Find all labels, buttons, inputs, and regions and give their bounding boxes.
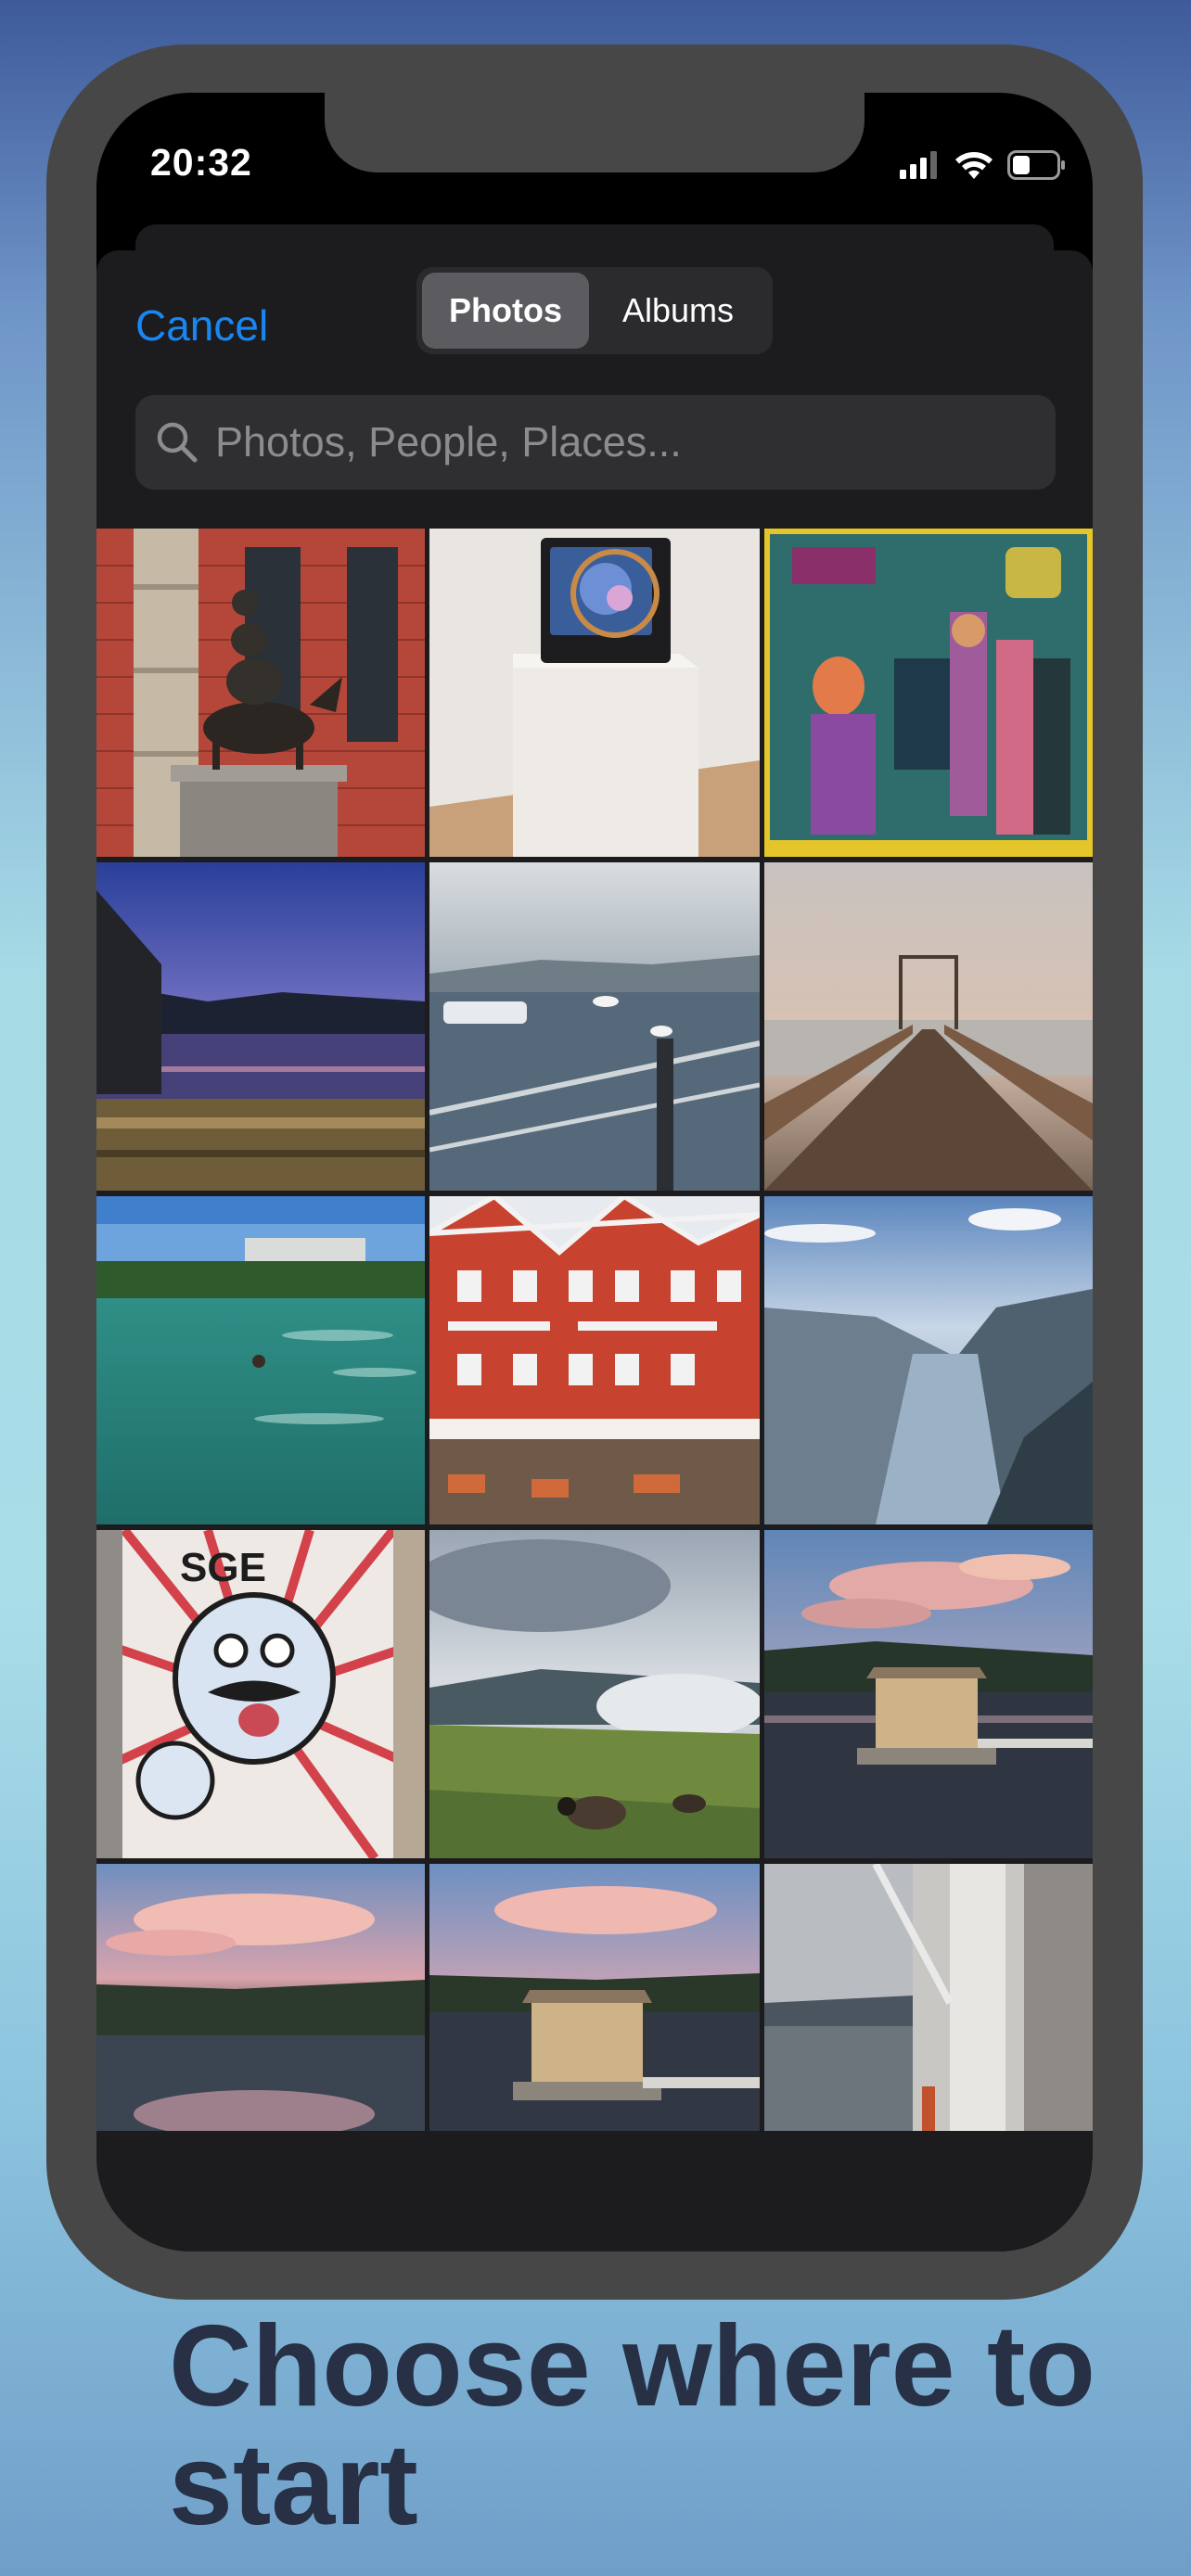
photo-fjord-thumbnail (764, 1196, 1093, 1524)
search-field[interactable]: Photos, People, Places... (135, 395, 1056, 490)
status-icons (900, 148, 1067, 182)
photo-statue-thumbnail (96, 529, 425, 857)
status-time: 20:32 (150, 141, 252, 184)
photo-painting-thumbnail (764, 529, 1093, 857)
search-icon (157, 422, 198, 463)
photo-tile[interactable] (96, 862, 425, 1191)
photo-picker-sheet: Cancel Photos Albums Photos, People, Pla… (96, 250, 1093, 2251)
source-segmented-control: Photos Albums (416, 267, 773, 354)
photo-sheep-hills-thumbnail (429, 1530, 760, 1858)
photo-lake-swim-thumbnail (96, 1196, 425, 1524)
notch (325, 93, 864, 172)
photo-tile[interactable] (96, 529, 425, 857)
photo-tile[interactable] (764, 1530, 1093, 1858)
photo-tile[interactable]: SGE (96, 1530, 425, 1858)
photo-harbor-thumbnail (429, 862, 760, 1191)
photo-pier-thumbnail (764, 862, 1093, 1191)
tab-albums[interactable]: Albums (589, 273, 767, 349)
phone-screen: 20:32 Cancel Photos Albums Photos, Peopl… (96, 93, 1093, 2251)
photo-tile[interactable] (429, 1530, 760, 1858)
wifi-icon (955, 152, 992, 179)
photo-floating-sauna-thumbnail (764, 1530, 1093, 1858)
photo-tv-sculpture-thumbnail (429, 529, 760, 857)
photo-tile[interactable] (429, 529, 760, 857)
photo-tile[interactable] (764, 1196, 1093, 1524)
battery-icon (1007, 150, 1065, 180)
search-placeholder: Photos, People, Places... (215, 418, 682, 465)
photo-street-art-thumbnail: SGE (96, 1530, 425, 1858)
home-indicator-area (96, 2131, 1093, 2251)
photo-tile[interactable] (764, 862, 1093, 1191)
photo-tile[interactable] (96, 1196, 425, 1524)
photo-tile[interactable] (429, 1196, 760, 1524)
cellular-signal-icon (900, 151, 937, 179)
marketing-tagline: Choose where to start (169, 2302, 1096, 2549)
photo-grid: SGE (96, 529, 1093, 2192)
cancel-button[interactable]: Cancel (135, 300, 268, 351)
photo-river-sunset-thumbnail (96, 862, 425, 1191)
photo-tile[interactable] (764, 529, 1093, 857)
photo-red-facades-thumbnail (429, 1196, 760, 1524)
phone-frame: 20:32 Cancel Photos Albums Photos, Peopl… (46, 45, 1143, 2300)
tab-photos[interactable]: Photos (422, 273, 589, 349)
svg-text:SGE: SGE (180, 1545, 266, 1590)
photo-tile[interactable] (429, 862, 760, 1191)
